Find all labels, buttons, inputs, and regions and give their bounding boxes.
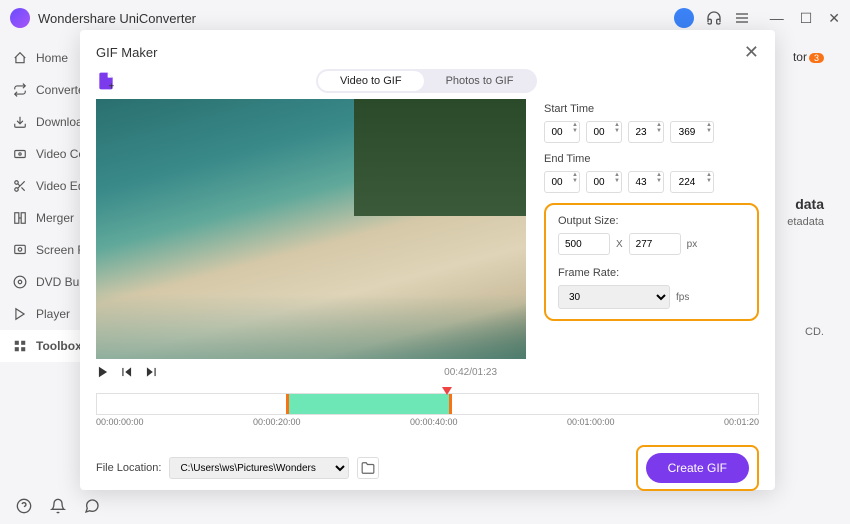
grid-icon (12, 338, 28, 354)
play-icon (12, 306, 28, 322)
sidebar-item-label: Downloader (36, 115, 80, 129)
timeline[interactable]: 00:00:00:00 00:00:20:00 00:00:40:00 00:0… (96, 393, 759, 423)
sidebar-item-home[interactable]: Home (0, 42, 80, 74)
sidebar-item-dvd[interactable]: DVD Burner (0, 266, 80, 298)
output-width-input[interactable] (558, 233, 610, 255)
sidebar-item-label: DVD Burner (36, 275, 80, 289)
tick-label: 00:01:00:00 (567, 417, 615, 427)
sidebar-item-label: Home (36, 51, 68, 65)
playhead-icon[interactable] (442, 387, 452, 395)
home-icon (12, 50, 28, 66)
download-icon (12, 114, 28, 130)
convert-icon (12, 82, 28, 98)
merge-icon (12, 210, 28, 226)
output-settings-frame: Output Size: X px Frame Rate: 30 fps (544, 203, 759, 321)
sidebar-item-converter[interactable]: Converter (0, 74, 80, 106)
sidebar-item-label: Merger (36, 211, 74, 225)
sidebar-item-label: Toolbox (36, 339, 80, 353)
tick-label: 00:00:40:00 (410, 417, 458, 427)
chat-icon[interactable] (84, 498, 100, 514)
modal-close-icon[interactable]: ✕ (744, 42, 759, 63)
sidebar-item-label: Screen Recorder (36, 243, 80, 257)
bg-text: data (795, 196, 824, 212)
user-avatar[interactable] (674, 8, 694, 28)
sidebar: Home Converter Downloader Video Compress… (0, 36, 80, 488)
timeline-selection[interactable] (286, 394, 452, 414)
playback-time: 00:42/01:23 (444, 367, 497, 378)
headset-icon[interactable] (706, 10, 722, 26)
play-button[interactable] (96, 365, 110, 379)
record-icon (12, 242, 28, 258)
fps-unit: fps (676, 292, 689, 303)
output-size-label: Output Size: (558, 215, 745, 227)
svg-text:+: + (109, 81, 115, 91)
minimize-icon[interactable]: — (770, 10, 784, 27)
start-time-label: Start Time (544, 103, 759, 115)
tab-photos-to-gif[interactable]: Photos to GIF (424, 71, 536, 91)
bell-icon[interactable] (50, 498, 66, 514)
tabs: Video to GIF Photos to GIF (316, 69, 537, 93)
app-title: Wondershare UniConverter (38, 11, 196, 26)
tick-label: 00:00:00:00 (96, 417, 144, 427)
sidebar-item-downloader[interactable]: Downloader (0, 106, 80, 138)
scissors-icon (12, 178, 28, 194)
modal-title: GIF Maker (96, 45, 157, 60)
frame-rate-select[interactable]: 30 (558, 285, 670, 309)
disc-icon (12, 274, 28, 290)
maximize-icon[interactable]: ☐ (800, 10, 813, 27)
prev-frame-button[interactable] (120, 365, 134, 379)
compress-icon (12, 146, 28, 162)
sidebar-item-label: Video Editor (36, 179, 80, 193)
menu-icon[interactable] (734, 10, 750, 26)
create-gif-button[interactable]: Create GIF (646, 453, 749, 483)
tick-label: 00:00:20:00 (253, 417, 301, 427)
sidebar-item-recorder[interactable]: Screen Recorder (0, 234, 80, 266)
sidebar-item-toolbox[interactable]: Toolbox (0, 330, 80, 362)
app-logo (10, 8, 30, 28)
x-separator: X (616, 239, 623, 250)
file-location-select[interactable]: C:\Users\ws\Pictures\Wonders (169, 457, 349, 479)
next-frame-button[interactable] (144, 365, 158, 379)
bg-text: etadata (787, 216, 824, 228)
bg-text: CD. (805, 326, 824, 338)
add-file-icon[interactable]: + (96, 71, 116, 91)
tab-video-to-gif[interactable]: Video to GIF (318, 71, 424, 91)
sidebar-item-editor[interactable]: Video Editor (0, 170, 80, 202)
sidebar-item-player[interactable]: Player (0, 298, 80, 330)
video-preview[interactable] (96, 99, 526, 359)
sidebar-item-label: Converter (36, 83, 80, 97)
sidebar-item-label: Video Compressor (36, 147, 80, 161)
create-gif-frame: Create GIF (636, 445, 759, 491)
bg-text: tor3 (793, 50, 824, 64)
end-time-label: End Time (544, 153, 759, 165)
px-unit: px (687, 239, 698, 250)
tick-label: 00:01:20 (724, 417, 759, 427)
sidebar-item-merger[interactable]: Merger (0, 202, 80, 234)
help-icon[interactable] (16, 498, 32, 514)
close-icon[interactable]: ✕ (828, 10, 840, 27)
browse-folder-button[interactable] (357, 457, 379, 479)
output-height-input[interactable] (629, 233, 681, 255)
frame-rate-label: Frame Rate: (558, 267, 745, 279)
sidebar-item-compressor[interactable]: Video Compressor (0, 138, 80, 170)
file-location-label: File Location: (96, 462, 161, 474)
sidebar-item-label: Player (36, 307, 70, 321)
gif-maker-modal: GIF Maker ✕ + Video to GIF Photos to GIF… (80, 30, 775, 490)
